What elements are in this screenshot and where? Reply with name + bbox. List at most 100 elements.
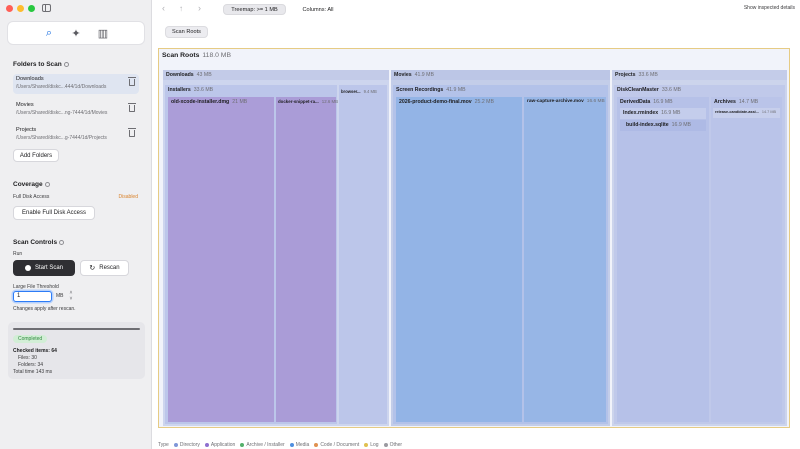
refresh-icon: ↻: [89, 265, 96, 272]
show-inspected-details-toggle[interactable]: Show inspected details: [744, 5, 795, 11]
node-label: raw-capture-archive.mov 16.6 MB: [527, 99, 605, 104]
treemap-node-downloads[interactable]: Downloads 43 MB Installers 33.6 MB old-xco…: [163, 70, 389, 426]
trash-icon[interactable]: [128, 128, 136, 137]
threshold-label: Large File Threshold: [13, 284, 59, 290]
treemap-node-installers[interactable]: Installers 33.6 MB old-xcode-installer.dm…: [165, 85, 338, 424]
node-label: Movies 41.9 MB: [394, 72, 434, 78]
legend-label: Other: [389, 442, 403, 448]
info-icon[interactable]: [63, 61, 69, 67]
scan-status-card: Completed Checked items: 64 Files: 30 Fo…: [8, 322, 145, 379]
rescan-button[interactable]: ↻ Rescan: [80, 260, 129, 276]
legend-item-archive-installer: Archive / Installer: [240, 442, 285, 448]
node-label: Index.rmindex 16.9 MB: [623, 110, 681, 116]
chevron-down-icon[interactable]: ˅: [67, 296, 75, 302]
node-name: release-candidate-assi...: [715, 110, 759, 114]
treemap-node-diskcleanmaster[interactable]: DiskCleanMaster 33.6 MB DerivedData 16.9 M…: [614, 85, 785, 424]
node-name: Downloads: [166, 72, 194, 78]
forward-arrow-icon[interactable]: ›: [198, 3, 201, 13]
node-name: Installers: [168, 87, 191, 93]
up-arrow-icon[interactable]: ↑: [179, 4, 183, 13]
treemap-node-archives[interactable]: Archives 14.7 MB release-candidate-assi..…: [711, 97, 782, 422]
legend-swatch: [204, 442, 209, 447]
enable-full-disk-access-button[interactable]: Enable Full Disk Access: [13, 206, 95, 220]
sparkle-icon[interactable]: ✦: [68, 25, 85, 42]
legend-label: Archive / Installer: [246, 442, 285, 448]
start-scan-button[interactable]: Start Scan: [13, 260, 75, 276]
treemap-file-product-demo[interactable]: 2026-product-demo-final.mov 25.2 MB: [396, 97, 522, 422]
back-arrow-icon[interactable]: ‹: [162, 3, 165, 13]
play-icon: [24, 265, 31, 271]
folder-name: Downloads: [16, 76, 44, 82]
treemap-file-release-candidate[interactable]: release-candidate-assi... 14.7 MB: [713, 108, 780, 118]
node-label: Archives 14.7 MB: [714, 99, 758, 105]
node-name: Archives: [714, 99, 736, 105]
node-name: Projects: [615, 72, 636, 78]
treemap-root-label: Scan Roots 118.0 MB: [162, 52, 231, 59]
node-label: release-candidate-assi... 14.7 MB: [715, 110, 776, 114]
node-size: 16.6 MB: [586, 99, 605, 104]
legend-item-media: Media: [289, 442, 310, 448]
sidebar-toggle-icon[interactable]: [42, 4, 51, 12]
add-folders-button[interactable]: Add Folders: [13, 149, 59, 162]
folder-name: Projects: [16, 127, 37, 133]
folders-section-title: Folders to Scan: [13, 61, 69, 68]
node-size: 33.6 MB: [193, 87, 214, 93]
folder-item-projects[interactable]: Projects /Users/Shared/diskc...g-7444/1d…: [13, 125, 139, 145]
treemap-node-projects[interactable]: Projects 33.6 MB DiskCleanMaster 33.6 MB D…: [612, 70, 787, 426]
node-size: 14.7 MB: [738, 99, 759, 105]
main-toolbar: ‹ ↑ › Treemap: >= 1 MB Columns: All Show…: [152, 0, 800, 20]
treemap-filter-pill[interactable]: Treemap: >= 1 MB: [223, 4, 286, 15]
scan-roots-button[interactable]: Scan Roots: [165, 26, 208, 38]
treemap-node-deriveddata[interactable]: DerivedData 16.9 MB Index.rmindex 16.9 MB …: [617, 97, 709, 422]
node-label: docker-snippet-ra... 12.6 MB: [278, 99, 338, 104]
legend-item-log: Log: [364, 442, 379, 448]
node-name: docker-snippet-ra...: [278, 99, 319, 104]
treemap-node-movies[interactable]: Movies 41.9 MB Screen Recordings 41.9 MB 2…: [391, 70, 610, 426]
legend-swatch: [364, 442, 369, 447]
treemap: Scan Roots 118.0 MB Downloads 43 MB Instal…: [158, 48, 790, 428]
node-label: browser... 9.4 MB: [341, 89, 377, 94]
node-label: build-index.sqlite 16.9 MB: [626, 122, 691, 128]
node-size: 41.9 MB: [414, 72, 434, 78]
scan-controls-title-text: Scan Controls: [13, 239, 58, 246]
folders-count: Folders: 34: [18, 362, 44, 368]
folder-item-movies[interactable]: Movies /Users/Shared/diskc...ng-7444/1d/…: [13, 100, 139, 120]
info-icon[interactable]: [59, 239, 65, 245]
folder-path: /Users/Shared/diskc...444/1d/Downloads: [16, 84, 107, 90]
folder-path: /Users/Shared/diskc...ng-7444/1d/Movies: [16, 110, 108, 116]
type-legend: Type Directory Application Archive / Ins…: [158, 442, 402, 448]
treemap-file-raw-capture[interactable]: raw-capture-archive.mov 16.6 MB: [524, 97, 606, 422]
treemap-node-screen-recordings[interactable]: Screen Recordings 41.9 MB 2026-product-de…: [393, 85, 608, 424]
node-label: 2026-product-demo-final.mov 25.2 MB: [399, 99, 494, 105]
node-size: 16.9 MB: [661, 110, 681, 116]
scan-controls-section-title: Scan Controls: [13, 239, 65, 246]
legend-label: Media: [295, 442, 310, 448]
node-name: Index.rmindex: [623, 110, 659, 116]
treemap-file-browser[interactable]: browser... 9.4 MB: [339, 85, 387, 424]
node-size: 43 MB: [196, 72, 212, 78]
magnifier-icon[interactable]: ⌕: [41, 25, 58, 42]
columns-filter-pill[interactable]: Columns: All: [292, 4, 344, 15]
treemap-file-old-xcode-installer[interactable]: old-xcode-installer.dmg 21 MB: [168, 97, 274, 422]
folder-item-downloads[interactable]: Downloads /Users/Shared/diskc...444/1d/D…: [13, 74, 139, 94]
node-label: Downloads 43 MB: [166, 72, 212, 78]
treemap-file-index-rmindex[interactable]: Index.rmindex 16.9 MB: [620, 108, 706, 119]
treemap-file-build-index[interactable]: build-index.sqlite 16.9 MB: [620, 120, 706, 131]
bar-chart-icon[interactable]: ▥: [95, 25, 112, 42]
threshold-stepper[interactable]: ˄ ˅: [67, 290, 75, 303]
trash-icon[interactable]: [128, 103, 136, 112]
minimize-window-button[interactable]: [17, 5, 24, 12]
treemap-file-docker-snippet[interactable]: docker-snippet-ra... 12.6 MB: [276, 97, 338, 422]
node-size: 21 MB: [232, 99, 248, 105]
threshold-input[interactable]: 1: [13, 291, 52, 302]
zoom-window-button[interactable]: [28, 5, 35, 12]
trash-icon[interactable]: [128, 77, 136, 86]
legend-swatch: [383, 442, 388, 447]
full-disk-status-badge: Disabled: [118, 194, 138, 200]
close-window-button[interactable]: [6, 5, 13, 12]
info-icon[interactable]: [44, 181, 50, 187]
coverage-title-text: Coverage: [13, 181, 43, 188]
node-name: raw-capture-archive.mov: [527, 99, 584, 104]
legend-item-other: Other: [383, 442, 403, 448]
node-label: DiskCleanMaster 33.6 MB: [617, 87, 681, 93]
